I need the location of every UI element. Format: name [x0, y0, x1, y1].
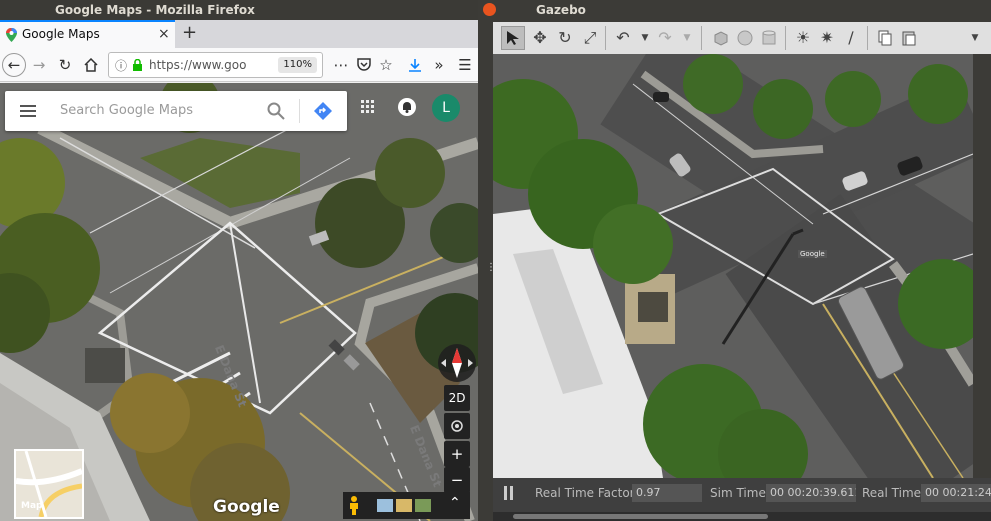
forward-button[interactable]: → — [27, 53, 51, 77]
paste-button[interactable] — [897, 26, 921, 50]
home-icon — [84, 57, 98, 72]
zoom-in-button[interactable]: + — [444, 441, 470, 467]
tab-label: Google Maps — [22, 27, 100, 41]
firefox-title-bar: Google Maps - Mozilla Firefox — [0, 0, 478, 20]
gazebo-status-bar: Real Time Factor: 0.97 Sim Time: 00 00:2… — [493, 478, 991, 512]
gazebo-toolbar: ✥ ↻ ⤢ ↶ ▼ ↷ ▼ ☀ ✷ ∕ ▼ — [493, 22, 991, 54]
toolbar-separator — [605, 26, 606, 50]
status-bar-scrollbar[interactable] — [493, 512, 991, 521]
tab-google-maps[interactable]: Google Maps × — [0, 20, 175, 48]
scrollbar-thumb[interactable] — [513, 514, 768, 519]
search-input[interactable]: Search Google Maps — [60, 91, 193, 131]
rotate-mode-button[interactable]: ↻ — [553, 26, 577, 50]
back-button[interactable]: ← — [2, 53, 26, 77]
spot-light-button[interactable]: ✷ — [815, 26, 839, 50]
pegman-icon[interactable] — [348, 496, 360, 515]
cylinder-icon — [762, 30, 776, 45]
imagery-strip: ⌃ — [343, 492, 470, 519]
directions-icon[interactable] — [314, 102, 332, 120]
info-icon[interactable]: ⓘ — [115, 57, 127, 74]
gazebo-window: Gazebo ⋮ ✥ ↻ ⤢ ↶ ▼ ↷ ▼ ☀ ✷ ∕ ▼ Google Re… — [478, 0, 991, 521]
new-tab-button[interactable]: + — [182, 20, 197, 46]
box-icon — [714, 31, 728, 46]
url-text: https://www.goo — [149, 58, 247, 72]
toolbar-separator — [785, 26, 786, 50]
home-button[interactable] — [79, 53, 103, 77]
bookmark-star-icon[interactable]: ☆ — [374, 53, 398, 77]
reload-button[interactable]: ↻ — [53, 53, 77, 77]
directional-light-button[interactable]: ∕ — [839, 26, 863, 50]
gazebo-title-bar: Gazebo — [478, 0, 991, 20]
left-panel-splitter[interactable]: ⋮ — [478, 20, 496, 521]
lock-icon — [133, 59, 142, 71]
undo-button[interactable]: ↶ — [611, 26, 635, 50]
redo-dropdown-icon[interactable]: ▼ — [675, 26, 699, 50]
close-icon[interactable] — [483, 3, 496, 16]
gazebo-3d-viewport[interactable]: Google — [493, 54, 973, 478]
notifications-icon[interactable] — [398, 98, 416, 116]
toolbar-overflow-icon[interactable]: ▼ — [963, 26, 987, 50]
divider — [299, 99, 300, 123]
arrow-pointer-icon — [507, 31, 519, 45]
window-title: Gazebo — [536, 3, 586, 17]
box-shape-button[interactable] — [709, 26, 733, 50]
tab-bar: Google Maps × + — [0, 20, 478, 48]
imagery-thumbnail[interactable] — [415, 499, 431, 512]
pocket-icon[interactable] — [352, 53, 376, 77]
car-model[interactable] — [653, 92, 669, 102]
sphere-icon — [737, 30, 753, 46]
sim-time-label: Sim Time: — [710, 486, 770, 500]
google-maps-satellite-view[interactable]: E Dana St E Dana St Search Google Maps L… — [0, 83, 478, 521]
real-time-value: 00 00:21:24 — [921, 484, 991, 502]
select-mode-button[interactable] — [501, 26, 525, 50]
sphere-shape-button[interactable] — [733, 26, 757, 50]
map-type-toggle[interactable]: Map — [14, 449, 84, 519]
point-light-button[interactable]: ☀ — [791, 26, 815, 50]
downloads-icon[interactable] — [403, 53, 427, 77]
overflow-menu-icon[interactable]: » — [427, 53, 451, 77]
firefox-window: Google Maps - Mozilla Firefox Google Map… — [0, 0, 478, 521]
hamburger-menu-icon[interactable]: ☰ — [453, 53, 477, 77]
cylinder-shape-button[interactable] — [757, 26, 781, 50]
search-icon[interactable] — [267, 102, 285, 120]
url-bar[interactable]: ⓘ https://www.goo 110% — [108, 52, 323, 78]
tab-close-icon[interactable]: × — [158, 22, 170, 47]
copy-button[interactable] — [873, 26, 897, 50]
rtf-label: Real Time Factor: — [535, 486, 639, 500]
map-type-label: Map — [21, 501, 43, 511]
compass-icon — [441, 348, 473, 378]
profile-avatar[interactable]: L — [432, 94, 460, 122]
sim-time-value: 00 00:20:39.611 — [766, 484, 856, 502]
google-logo: Google — [213, 497, 280, 517]
navigation-toolbar: ← → ↻ ⓘ https://www.goo 110% ⋯ ☆ » ☰ — [0, 48, 478, 82]
my-location-button[interactable] — [444, 413, 470, 439]
page-actions-menu-icon[interactable]: ⋯ — [329, 53, 353, 77]
toolbar-separator — [867, 26, 868, 50]
imagery-thumbnail[interactable] — [377, 499, 393, 512]
rtf-value: 0.97 — [632, 484, 702, 502]
real-time-label: Real Time: — [862, 486, 926, 500]
scene-render[interactable] — [493, 54, 973, 478]
chevron-up-icon[interactable]: ⌃ — [449, 495, 461, 511]
window-title: Google Maps - Mozilla Firefox — [55, 3, 255, 17]
street-sign-label: Google — [798, 250, 827, 258]
paste-icon — [902, 31, 916, 46]
toggle-2d-button[interactable]: 2D — [444, 385, 470, 411]
compass-button[interactable] — [438, 344, 476, 382]
location-icon — [451, 420, 463, 432]
google-maps-favicon-icon — [6, 28, 17, 42]
scale-mode-button[interactable]: ⤢ — [578, 26, 602, 50]
translate-mode-button[interactable]: ✥ — [528, 26, 552, 50]
copy-icon — [878, 30, 892, 46]
pause-icon[interactable] — [503, 486, 515, 500]
apps-grid-icon[interactable] — [361, 100, 375, 114]
zoom-indicator[interactable]: 110% — [278, 57, 317, 73]
redo-button[interactable]: ↷ — [653, 26, 677, 50]
search-box[interactable]: Search Google Maps — [5, 91, 347, 131]
zoom-out-button[interactable]: − — [444, 467, 470, 493]
toolbar-separator — [701, 26, 702, 50]
imagery-thumbnail[interactable] — [396, 499, 412, 512]
hamburger-menu-icon[interactable] — [20, 105, 36, 117]
